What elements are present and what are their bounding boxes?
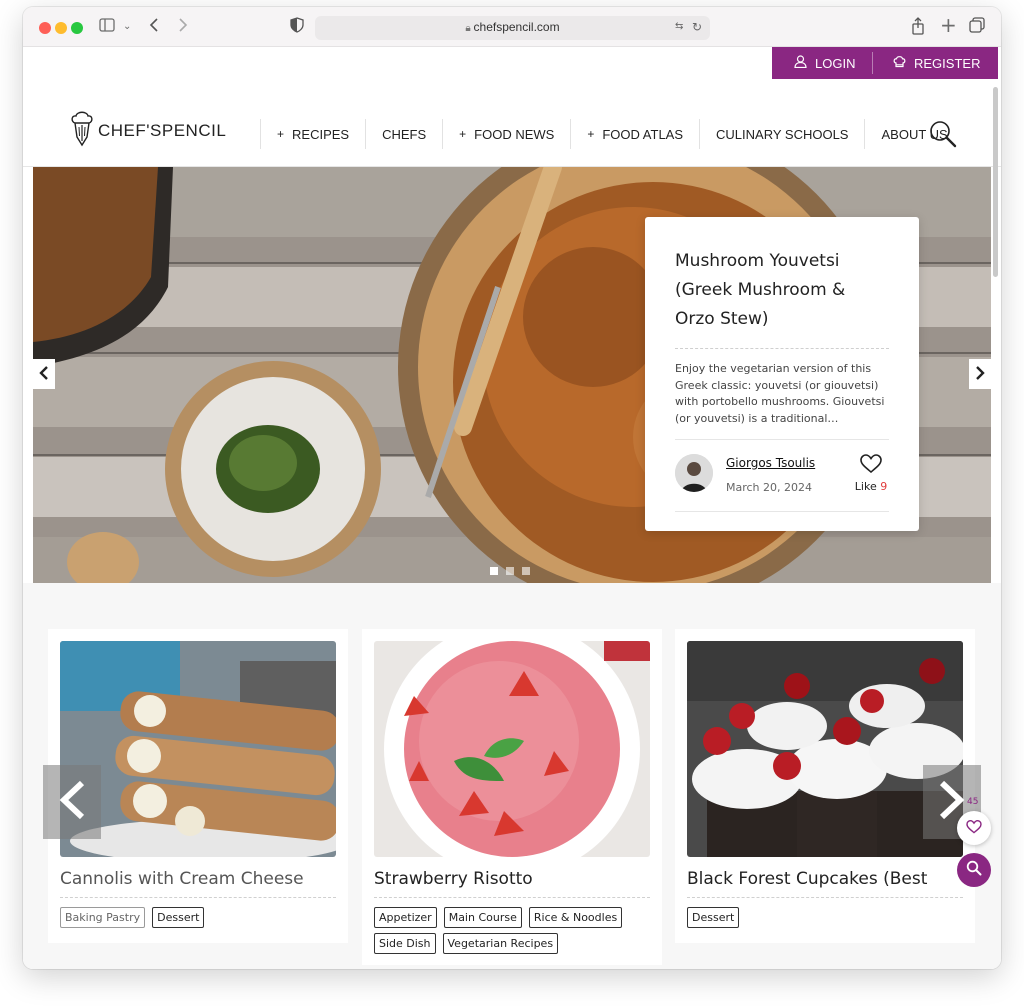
minimize-window-button[interactable]	[55, 22, 67, 34]
nav-label: FOOD NEWS	[474, 126, 555, 142]
register-button[interactable]: REGISTER	[873, 47, 980, 79]
featured-recipe-card: Mushroom Youvetsi (Greek Mushroom & Orzo…	[645, 217, 919, 531]
nav-label: CHEFS	[382, 126, 427, 142]
author-row: Giorgos Tsoulis March 20, 2024 Like 9	[675, 440, 889, 512]
heart-icon	[966, 819, 982, 838]
tag[interactable]: Dessert	[152, 907, 205, 928]
nav-item-food-atlas[interactable]: + FOOD ATLAS	[570, 119, 699, 149]
tag-list: Baking Pastry Dessert	[60, 907, 336, 928]
translate-icon[interactable]: ⇆	[675, 21, 683, 32]
avatar[interactable]	[675, 454, 713, 492]
expand-icon: +	[587, 127, 595, 141]
recipe-image[interactable]	[60, 641, 336, 857]
lock-icon: 🔒︎	[465, 23, 474, 34]
url-value: chefspencil.com	[473, 20, 560, 34]
url-text: 🔒︎ chefspencil.com	[315, 20, 710, 34]
register-label: REGISTER	[914, 55, 981, 71]
tag[interactable]: Vegetarian Recipes	[442, 933, 559, 954]
search-icon	[928, 121, 958, 153]
publish-date: March 20, 2024	[726, 481, 813, 494]
site-logo[interactable]: CHEF'SPENCIL	[70, 111, 226, 151]
tag[interactable]: Side Dish	[374, 933, 436, 954]
login-button[interactable]: LOGIN	[772, 47, 872, 79]
search-icon	[966, 860, 982, 880]
featured-recipe-title[interactable]: Mushroom Youvetsi (Greek Mushroom & Orzo…	[675, 247, 889, 349]
user-icon	[794, 55, 807, 71]
tag-list: Dessert	[687, 907, 963, 928]
browser-window: ⌄ 🔒︎ chefspencil.com ⇆ ↻ + LOGIN REGISTE…	[23, 7, 1001, 969]
recipe-image[interactable]	[687, 641, 963, 857]
reload-icon[interactable]: ↻	[692, 20, 702, 34]
heart-icon	[860, 454, 882, 478]
tag-list: Appetizer Main Course Rice & Noodles Sid…	[374, 907, 650, 954]
browser-titlebar: ⌄ 🔒︎ chefspencil.com ⇆ ↻ +	[23, 7, 1001, 47]
logo-text: CHEF'SPENCIL	[98, 121, 227, 140]
nav-item-recipes[interactable]: + RECIPES	[260, 119, 365, 149]
web-page: LOGIN REGISTER CHEF'SPENCIL + RECIPES CHE…	[23, 47, 1001, 969]
chevron-down-icon[interactable]: ⌄	[123, 17, 131, 37]
chevron-left-icon	[39, 365, 49, 384]
zoom-window-button[interactable]	[71, 22, 83, 34]
share-icon[interactable]	[911, 17, 925, 40]
nav-item-chefs[interactable]: CHEFS	[365, 119, 442, 149]
nav-label: FOOD ATLAS	[602, 126, 684, 142]
featured-recipe-description: Enjoy the vegetarian version of this Gre…	[675, 361, 889, 440]
favorites-count: 45	[967, 797, 979, 807]
hero-slider: Mushroom Youvetsi (Greek Mushroom & Orzo…	[33, 167, 991, 583]
nav-item-food-news[interactable]: + FOOD NEWS	[442, 119, 570, 149]
shield-icon[interactable]	[290, 17, 304, 38]
chevron-left-icon	[58, 780, 86, 824]
hero-prev-button[interactable]	[33, 359, 55, 389]
like-count: 9	[880, 480, 888, 493]
recipe-title[interactable]: Black Forest Cupcakes (Best	[687, 869, 963, 898]
like-label: Like	[854, 480, 877, 493]
recipe-image[interactable]	[374, 641, 650, 857]
nav-links: + RECIPES CHEFS + FOOD NEWS + FOOD ATLAS CU…	[260, 119, 964, 149]
like-button[interactable]: Like 9	[853, 454, 889, 493]
chef-logo-icon	[70, 111, 94, 151]
slider-dot-3[interactable]	[522, 567, 530, 575]
nav-label: CULINARY SCHOOLS	[716, 126, 849, 142]
tabs-overview-icon[interactable]	[969, 17, 985, 38]
slider-dot-1[interactable]	[490, 567, 498, 575]
new-tab-icon[interactable]: +	[940, 15, 957, 35]
main-navigation: CHEF'SPENCIL + RECIPES CHEFS + FOOD NEWS +…	[23, 97, 1001, 167]
tag[interactable]: Baking Pastry	[60, 907, 146, 928]
chevron-right-icon	[975, 365, 985, 384]
expand-icon: +	[459, 127, 467, 141]
favorites-button[interactable]	[957, 811, 991, 845]
sidebar-icon[interactable]	[99, 17, 115, 37]
slider-dots	[490, 567, 530, 575]
tag[interactable]: Appetizer	[374, 907, 437, 928]
floating-search-button[interactable]	[957, 853, 991, 887]
recipe-card[interactable]: Strawberry Risotto Appetizer Main Course…	[362, 629, 662, 965]
address-bar[interactable]: 🔒︎ chefspencil.com ⇆ ↻	[315, 16, 710, 40]
nav-item-culinary-schools[interactable]: CULINARY SCHOOLS	[699, 119, 864, 149]
carousel-prev-button[interactable]	[43, 765, 101, 839]
forward-icon[interactable]	[178, 17, 188, 38]
tag[interactable]: Rice & Noodles	[528, 907, 623, 928]
search-button[interactable]	[928, 119, 958, 153]
login-label: LOGIN	[815, 55, 856, 71]
tag[interactable]: Main Course	[443, 907, 522, 928]
author-link[interactable]: Giorgos Tsoulis	[726, 456, 815, 470]
nav-label: RECIPES	[292, 126, 350, 142]
tag[interactable]: Dessert	[687, 907, 740, 928]
hero-next-button[interactable]	[969, 359, 991, 389]
expand-icon: +	[277, 127, 285, 141]
close-window-button[interactable]	[39, 22, 51, 34]
recipe-title[interactable]: Cannolis with Cream Cheese	[60, 869, 336, 898]
chef-hat-icon	[893, 55, 906, 71]
back-icon[interactable]	[149, 17, 159, 38]
slider-dot-2[interactable]	[506, 567, 514, 575]
recipe-carousel: Cannolis with Cream Cheese Baking Pastry…	[23, 583, 1001, 969]
account-bar: LOGIN REGISTER	[772, 47, 998, 79]
recipe-title[interactable]: Strawberry Risotto	[374, 869, 650, 898]
page-scrollbar[interactable]	[993, 87, 998, 277]
